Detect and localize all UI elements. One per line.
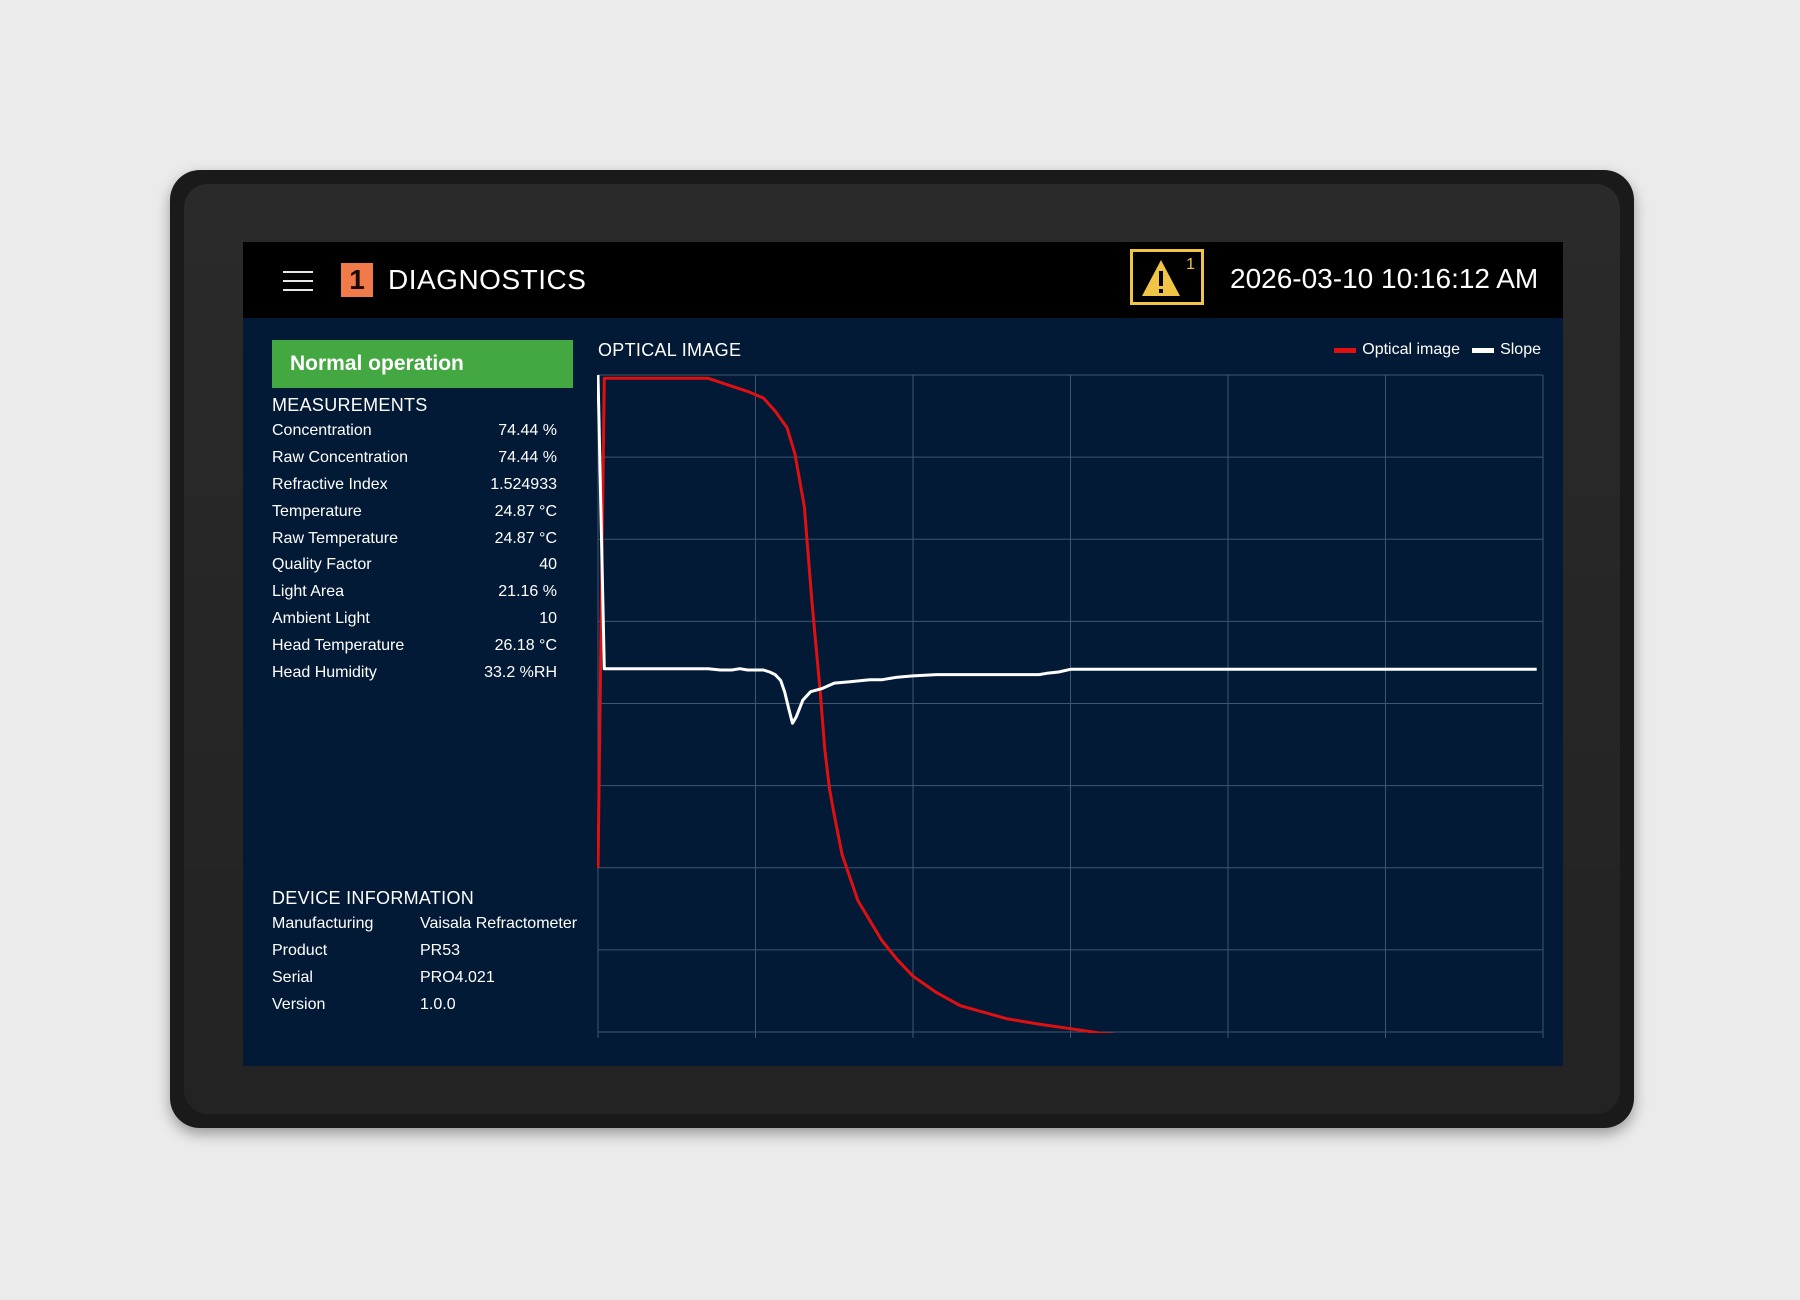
slope-series-line	[597, 374, 1537, 725]
measurement-row: Concentration 74.44 %	[272, 422, 557, 440]
status-banner: Normal operation	[272, 340, 573, 388]
measurement-row: Ambient Light 10	[272, 609, 557, 627]
measurements-list: Concentration 74.44 % Raw Concentration 74…	[272, 418, 557, 686]
device-info-row: Serial PRO4.021	[272, 968, 495, 986]
measurement-row: Head Temperature 26.18 °C	[272, 636, 557, 654]
measurement-row: Temperature 24.87 °C	[272, 502, 557, 520]
device-info-row: Version 1.0.0	[272, 995, 456, 1013]
page-title: DIAGNOSTICS	[388, 264, 587, 295]
chart-title: OPTICAL IMAGE	[598, 340, 742, 360]
alarm-count: 1	[1186, 256, 1195, 273]
measurements-title: MEASUREMENTS	[272, 395, 428, 415]
legend-swatch-slope	[1472, 347, 1495, 353]
legend-item-slope: Slope	[1472, 341, 1541, 359]
legend-label-optical: Optical image	[1362, 341, 1461, 358]
chart-legend: Optical image Slope	[1322, 341, 1541, 359]
measurement-row: Refractive Index 1.524933	[272, 475, 557, 493]
device-info-row: Product PR53	[272, 942, 461, 960]
measurement-row: Quality Factor 40	[272, 556, 557, 574]
legend-swatch-optical	[1334, 347, 1357, 353]
top-bar: 1 DIAGNOSTICS 1 2026-03-10 10:16:12 AM	[243, 242, 1563, 318]
device-info-title: DEVICE INFORMATION	[272, 888, 475, 908]
measurement-row: Raw Concentration 74.44 %	[272, 449, 557, 467]
view-number-badge: 1	[341, 263, 373, 297]
menu-icon[interactable]	[283, 271, 313, 291]
datetime: 2026-03-10 10:16:12 AM	[1230, 263, 1539, 294]
optical-image-chart	[597, 374, 1544, 1038]
measurement-row: Light Area 21.16 %	[272, 583, 557, 601]
measurement-row: Raw Temperature 24.87 °C	[272, 529, 557, 547]
device-info-list: Manufacturing Vaisala Refractometer Produ…	[272, 911, 577, 1018]
optical-image-series-line	[597, 376, 1117, 1033]
measurement-row: Head Humidity 33.2 %RH	[272, 663, 557, 681]
device-screen: 1 DIAGNOSTICS 1 2026-03-10 10:16:12 AM N…	[243, 242, 1563, 1066]
legend-label-slope: Slope	[1500, 341, 1541, 358]
warning-icon	[1142, 260, 1180, 296]
alarm-button[interactable]: 1	[1130, 249, 1204, 305]
legend-item-optical: Optical image	[1334, 341, 1460, 359]
device-info-row: Manufacturing Vaisala Refractometer	[272, 915, 578, 933]
